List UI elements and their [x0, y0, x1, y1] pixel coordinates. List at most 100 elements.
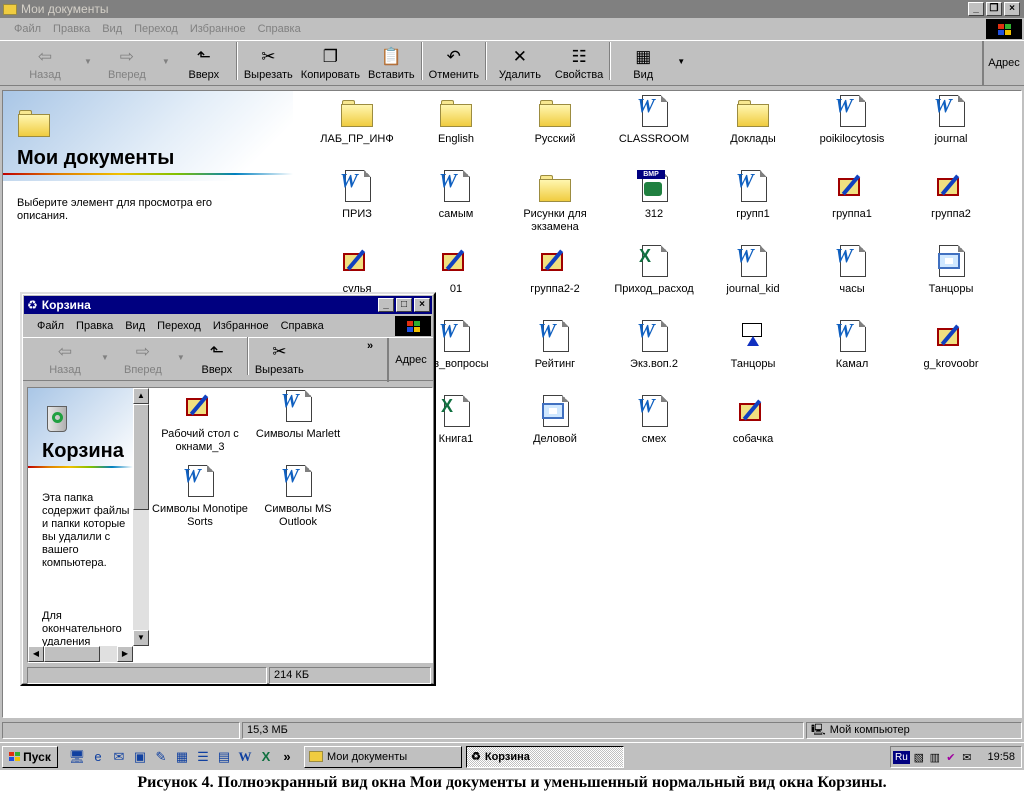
bin-menu-file[interactable]: Файл: [31, 320, 70, 332]
paste-button[interactable]: 📋 Вставить: [364, 41, 419, 81]
file-item[interactable]: группа1: [804, 170, 900, 221]
taskbar-my-documents[interactable]: Мои документы: [304, 745, 462, 768]
internet-explorer-icon[interactable]: e: [89, 748, 107, 766]
view-dropdown-icon[interactable]: ▼: [677, 57, 685, 66]
file-item[interactable]: Wpoikilocytosis: [804, 95, 900, 146]
file-item[interactable]: W ПРИЗ: [309, 170, 405, 221]
forward-dropdown-icon[interactable]: ▼: [162, 57, 170, 66]
view-button[interactable]: ▦ Вид: [613, 41, 673, 81]
file-item[interactable]: BMP 312: [606, 170, 702, 221]
file-item[interactable]: группа2-2: [507, 245, 603, 296]
scroll-thumb[interactable]: [133, 404, 149, 510]
close-button[interactable]: ×: [1004, 2, 1020, 16]
file-item[interactable]: группа2: [903, 170, 999, 221]
language-indicator[interactable]: Ru: [893, 750, 910, 764]
taskbar-recycle-bin[interactable]: ♻ Корзина: [466, 745, 624, 768]
file-item[interactable]: Wчасы: [804, 245, 900, 296]
bin-title-bar[interactable]: ♻ Корзина _ □ ×: [24, 296, 432, 314]
bin-close-button[interactable]: ×: [414, 298, 430, 312]
menu-file[interactable]: Файл: [8, 23, 47, 35]
horizontal-scrollbar[interactable]: ◀ ▶: [28, 646, 133, 662]
word-icon[interactable]: W: [236, 748, 254, 766]
forward-button[interactable]: ⇨ Вперед: [96, 41, 158, 81]
antivirus-icon[interactable]: ✔: [944, 751, 958, 764]
up-button[interactable]: ⬑ Вверх: [174, 41, 234, 81]
bin-menu-view[interactable]: Вид: [119, 320, 151, 332]
bin-back-button[interactable]: ⇦ Назад: [33, 336, 97, 376]
vertical-scrollbar[interactable]: ▲ ▼: [133, 388, 149, 646]
file-item[interactable]: Танцоры: [903, 245, 999, 296]
file-item[interactable]: g_krovoobr: [903, 320, 999, 371]
deleted-file-item[interactable]: W Символы Monotipe Sorts: [152, 465, 248, 529]
back-dropdown-icon[interactable]: ▼: [84, 57, 92, 66]
deleted-file-item[interactable]: Рабочий стол с окнами_3: [152, 390, 248, 454]
menu-edit[interactable]: Правка: [47, 23, 96, 35]
file-item[interactable]: Танцоры: [705, 320, 801, 371]
paint-icon[interactable]: ✎: [152, 748, 170, 766]
file-item[interactable]: W Камал: [804, 320, 900, 371]
clock[interactable]: 19:58: [987, 751, 1015, 763]
powerpoint-icon[interactable]: ▤: [215, 748, 233, 766]
file-item[interactable]: W Экз.воп.2: [606, 320, 702, 371]
scroll-right-button[interactable]: ▶: [117, 646, 133, 662]
bin-forward-dropdown-icon[interactable]: ▼: [177, 353, 185, 362]
scroll-up-button[interactable]: ▲: [133, 388, 149, 404]
properties-button[interactable]: ☷ Свойства: [551, 41, 607, 81]
app-icon[interactable]: ▣: [131, 748, 149, 766]
notes-icon[interactable]: ☰: [194, 748, 212, 766]
file-item[interactable]: Wсмех: [606, 395, 702, 446]
file-item[interactable]: X Приход_расход: [606, 245, 702, 296]
bin-menu-edit[interactable]: Правка: [70, 320, 119, 332]
deleted-file-item[interactable]: W Символы MS Outlook: [250, 465, 346, 529]
scroll-down-button[interactable]: ▼: [133, 630, 149, 646]
bin-maximize-button[interactable]: □: [396, 298, 412, 312]
title-bar[interactable]: Мои документы _ ❐ ×: [0, 0, 1024, 18]
file-item[interactable]: Wjournal: [903, 95, 999, 146]
mail-icon[interactable]: ✉: [960, 751, 974, 764]
bin-up-button[interactable]: ⬑ Вверх: [189, 336, 245, 376]
bin-menu-help[interactable]: Справка: [275, 320, 330, 332]
bin-address-label[interactable]: Адрес: [387, 338, 433, 382]
bin-minimize-button[interactable]: _: [378, 298, 394, 312]
toolbar-more-button[interactable]: »: [367, 340, 373, 352]
file-item[interactable]: собачка: [705, 395, 801, 446]
address-bar-label[interactable]: Адрес: [982, 41, 1024, 85]
quick-launch-more[interactable]: »: [278, 748, 296, 766]
file-item[interactable]: 01: [408, 245, 504, 296]
deleted-file-item[interactable]: W Символы Marlett: [250, 390, 346, 441]
bin-forward-button[interactable]: ⇨ Вперед: [113, 336, 173, 376]
scroll-left-button[interactable]: ◀: [28, 646, 44, 662]
network-icon[interactable]: ▧: [912, 751, 926, 764]
scheduler-icon[interactable]: ▥: [928, 751, 942, 764]
bin-menu-go[interactable]: Переход: [151, 320, 207, 332]
bin-cut-button[interactable]: ✂ Вырезать: [251, 336, 308, 376]
file-item[interactable]: W Рейтинг: [507, 320, 603, 371]
menu-help[interactable]: Справка: [252, 23, 307, 35]
file-item[interactable]: Wjournal_kid: [705, 245, 801, 296]
copy-button[interactable]: ❐ Копировать: [297, 41, 364, 81]
file-item[interactable]: сулья: [309, 245, 405, 296]
excel-icon[interactable]: X: [257, 748, 275, 766]
minimize-button[interactable]: _: [968, 2, 984, 16]
back-button[interactable]: ⇦ Назад: [10, 41, 80, 81]
file-item[interactable]: Русский: [507, 95, 603, 146]
menu-favorites[interactable]: Избранное: [184, 23, 252, 35]
file-item[interactable]: Деловой: [507, 395, 603, 446]
calculator-icon[interactable]: ▦: [173, 748, 191, 766]
file-item[interactable]: ЛАБ_ПР_ИНФ: [309, 95, 405, 146]
hscroll-thumb[interactable]: [44, 646, 100, 662]
bin-back-dropdown-icon[interactable]: ▼: [101, 353, 109, 362]
delete-button[interactable]: ✕ Удалить: [489, 41, 551, 81]
outlook-icon[interactable]: ✉: [110, 748, 128, 766]
file-item[interactable]: W CLASSROOM: [606, 95, 702, 146]
bin-menu-favorites[interactable]: Избранное: [207, 320, 275, 332]
start-button[interactable]: Пуск: [2, 745, 58, 768]
undo-button[interactable]: ↶ Отменить: [425, 41, 483, 81]
file-item[interactable]: Wсамым: [408, 170, 504, 221]
menu-go[interactable]: Переход: [128, 23, 184, 35]
desktop-icon[interactable]: 🖥: [68, 748, 86, 766]
restore-button[interactable]: ❐: [986, 2, 1002, 16]
file-item[interactable]: English: [408, 95, 504, 146]
file-item[interactable]: Рисунки для экзамена: [507, 170, 603, 234]
cut-button[interactable]: ✂ Вырезать: [240, 41, 297, 81]
